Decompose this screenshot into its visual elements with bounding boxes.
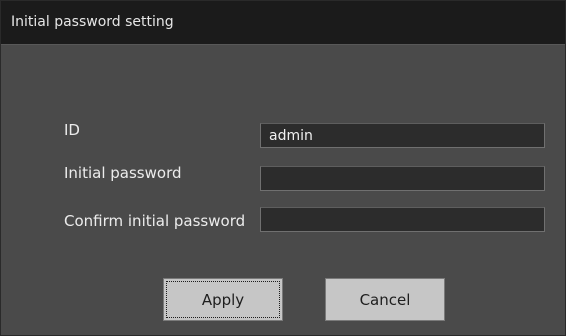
initial-password-label: Initial password — [64, 164, 182, 182]
id-input[interactable] — [260, 123, 545, 148]
id-label: ID — [64, 121, 80, 139]
initial-password-input[interactable] — [260, 166, 545, 191]
apply-button[interactable]: Apply — [163, 278, 283, 321]
initial-password-dialog: Initial password setting ID Initial pass… — [0, 0, 566, 336]
dialog-title: Initial password setting — [11, 14, 174, 30]
cancel-button[interactable]: Cancel — [325, 278, 445, 321]
confirm-password-label: Confirm initial password — [64, 212, 246, 230]
dialog-titlebar: Initial password setting — [1, 1, 565, 45]
confirm-password-input[interactable] — [260, 207, 545, 232]
